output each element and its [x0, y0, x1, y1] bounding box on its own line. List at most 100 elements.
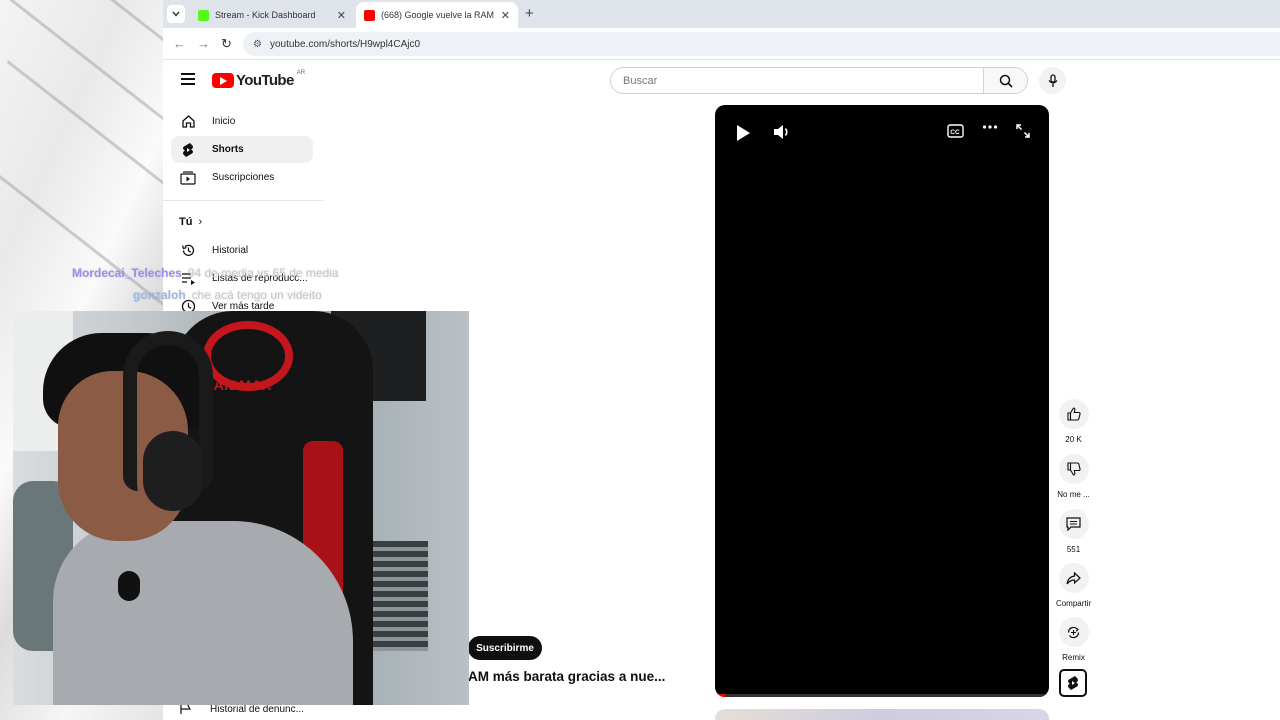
share-label: Compartir	[1055, 599, 1092, 608]
volume-button[interactable]	[773, 124, 791, 140]
progress-fill	[715, 694, 726, 697]
url-text: youtube.com/shorts/H9wpl4CAjc0	[269, 38, 421, 50]
chevron-down-icon	[172, 11, 180, 17]
kick-favicon-icon	[198, 9, 209, 21]
back-arrow-icon[interactable]: ←	[173, 36, 186, 51]
youtube-favicon-icon	[364, 9, 375, 21]
comments-circle	[1058, 509, 1089, 539]
chat-message: gonzaloh che acá tengo un videito	[133, 288, 322, 302]
headset-microphone	[118, 571, 140, 601]
comments-button[interactable]: 551	[1051, 509, 1096, 554]
tab-title: (668) Google vuelve la RAM más	[381, 10, 497, 20]
play-button[interactable]	[735, 124, 751, 142]
sidebar-divider	[163, 200, 323, 201]
volume-icon	[774, 125, 788, 139]
search-icon	[999, 74, 1013, 88]
sidebar-item-suscripciones[interactable]: Suscripciones	[171, 164, 313, 191]
tab-kick-dashboard[interactable]: Stream - Kick Dashboard ✕	[190, 2, 354, 28]
hamburger-icon-bar	[181, 78, 195, 80]
sidebar-item-label: Shorts	[212, 144, 244, 155]
search-input[interactable]	[611, 68, 983, 93]
play-icon	[737, 125, 750, 141]
headset-earcup	[143, 431, 203, 511]
shorts-icon	[180, 142, 196, 158]
subscriptions-icon	[180, 170, 196, 186]
omnibox[interactable]: ⚙ youtube.com/shorts/H9wpl4CAjc0	[243, 32, 1280, 56]
streamer-shirt	[53, 521, 353, 705]
you-header-label: Tú	[179, 216, 193, 228]
forward-arrow-icon[interactable]: →	[197, 36, 210, 51]
short-title[interactable]: AM más barata gracias a nue...	[468, 669, 668, 684]
sidebar-item-label: Historial de denunc...	[210, 704, 304, 715]
like-circle	[1058, 399, 1089, 429]
like-count: 20 K	[1065, 435, 1082, 444]
more-horizontal-icon	[982, 125, 998, 129]
chevron-right-icon: ›	[198, 216, 203, 228]
share-button[interactable]: Compartir	[1051, 563, 1096, 608]
home-icon	[180, 114, 196, 130]
remix-icon	[1067, 626, 1080, 638]
microphone-icon	[1047, 73, 1058, 87]
shorts-player[interactable]: CC	[715, 105, 1049, 697]
sidebar-item-historial[interactable]: Historial	[171, 237, 313, 264]
chat-message: Mordecai_Teleches 94 de media vs 65 de me…	[72, 266, 339, 280]
sidebar-item-label: Historial	[212, 245, 249, 256]
tab-search-button[interactable]	[167, 5, 185, 23]
expand-icon	[1016, 124, 1030, 138]
share-icon	[1066, 571, 1081, 584]
webcam-overlay: RAIDMAX	[13, 311, 469, 705]
like-button[interactable]: 20 K	[1051, 399, 1096, 444]
sidebar-item-inicio[interactable]: Inicio	[171, 108, 313, 135]
tab-title: Stream - Kick Dashboard	[215, 10, 316, 20]
share-circle	[1058, 563, 1089, 593]
new-tab-button[interactable]: +	[525, 5, 534, 22]
history-icon	[180, 243, 196, 259]
fullscreen-button[interactable]	[1016, 124, 1030, 138]
search-box	[610, 67, 1028, 94]
youtube-play-icon	[212, 73, 234, 88]
remix-circle	[1058, 617, 1089, 647]
search-button[interactable]	[983, 68, 1027, 93]
chat-username: gonzaloh	[133, 288, 186, 302]
next-short-preview[interactable]	[715, 709, 1049, 720]
remix-button[interactable]: Remix	[1051, 617, 1096, 662]
voice-search-button[interactable]	[1039, 67, 1066, 94]
tab-bar: Stream - Kick Dashboard ✕ (668) Google v…	[163, 0, 1280, 28]
address-bar: ← → ↻ ⚙ youtube.com/shorts/H9wpl4CAjc0	[163, 28, 1280, 60]
comment-count: 551	[1066, 545, 1081, 554]
chat-text: 94 de media vs 65 de media	[187, 266, 339, 280]
captions-button[interactable]: CC	[947, 124, 964, 138]
close-icon[interactable]: ✕	[337, 9, 346, 22]
youtube-logo[interactable]: YouTube AR	[212, 69, 306, 89]
chat-text: che acá tengo un videito	[191, 288, 322, 302]
remix-label: Remix	[1062, 653, 1085, 662]
sound-remix-thumbnail[interactable]	[1059, 669, 1087, 697]
shorts-icon	[1068, 676, 1078, 690]
guide-menu-button[interactable]	[181, 73, 195, 85]
site-info-icon[interactable]: ⚙	[253, 39, 262, 50]
svg-text:CC: CC	[950, 129, 960, 136]
sidebar-item-label: Suscripciones	[212, 172, 275, 183]
logo-wordmark: YouTube	[236, 72, 294, 89]
closed-captions-icon: CC	[947, 124, 964, 138]
thumbs-down-icon	[1066, 462, 1081, 476]
more-options-button[interactable]	[982, 124, 998, 130]
chair-brand-text: RAIDMAX	[203, 377, 272, 393]
region-code: AR	[296, 69, 306, 76]
dislike-label: No me ...	[1057, 490, 1090, 499]
hamburger-icon	[181, 73, 195, 75]
close-icon[interactable]: ✕	[501, 9, 510, 22]
hamburger-icon-bar	[181, 83, 195, 85]
sidebar-item-shorts[interactable]: Shorts	[171, 136, 313, 163]
progress-bar[interactable]	[715, 694, 1049, 697]
dislike-circle	[1058, 454, 1089, 484]
thumbs-up-icon	[1066, 407, 1081, 421]
comment-icon	[1066, 517, 1081, 531]
chat-username: Mordecai_Teleches	[72, 266, 182, 280]
dislike-button[interactable]: No me ...	[1051, 454, 1096, 499]
sidebar-item-label: Inicio	[212, 116, 236, 127]
tab-youtube-short[interactable]: (668) Google vuelve la RAM más ✕	[356, 2, 518, 28]
sidebar-you-header[interactable]: Tú ›	[179, 216, 202, 228]
reload-icon[interactable]: ↻	[221, 36, 232, 52]
subscribe-button[interactable]: Suscribirme	[468, 636, 542, 660]
